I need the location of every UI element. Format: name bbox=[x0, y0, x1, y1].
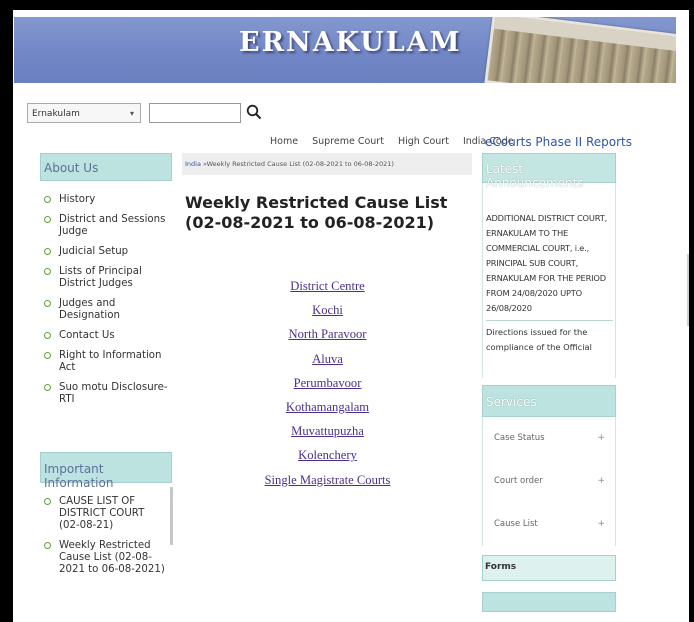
menu-item-label: Judicial Setup bbox=[59, 246, 129, 257]
chevron-down-icon: ▾ bbox=[129, 109, 134, 118]
latest-announcements-panel: ADDITIONAL DISTRICT COURT, ERNAKULAM TO … bbox=[482, 183, 616, 378]
bullet-icon bbox=[44, 498, 51, 505]
about-item-judges-designation[interactable]: Judges and Designation bbox=[40, 298, 175, 322]
court-links-list: District Centre Kochi North Paravoor Alu… bbox=[240, 274, 415, 492]
bullet-icon bbox=[44, 216, 51, 223]
bullet-icon bbox=[44, 352, 51, 359]
about-item-suo-motu[interactable]: Suo motu Disclosure-RTI bbox=[40, 382, 175, 406]
important-information-menu: CAUSE LIST OF DISTRICT COURT (02-08-21) … bbox=[40, 496, 165, 584]
bullet-icon bbox=[44, 332, 51, 339]
site-banner: ERNAKULAM bbox=[14, 17, 676, 83]
bullet-icon bbox=[44, 248, 51, 255]
about-us-menu: History District and Sessions Judge Judi… bbox=[40, 194, 175, 414]
menu-item-label: Weekly Restricted Cause List (02-08-2021… bbox=[59, 540, 165, 575]
service-label: Court order bbox=[494, 476, 543, 486]
services-heading: Services bbox=[482, 385, 616, 417]
court-link-kolenchery[interactable]: Kolenchery bbox=[240, 443, 415, 467]
district-select-value: Ernakulam bbox=[32, 109, 80, 119]
announcement-item[interactable]: Directions issued for the compliance of … bbox=[486, 325, 613, 355]
expand-icon[interactable]: + bbox=[597, 460, 605, 503]
menu-item-label: History bbox=[59, 194, 96, 205]
court-link-perumbavoor[interactable]: Perumbavoor bbox=[240, 371, 415, 395]
about-item-principal-judges[interactable]: Lists of Principal District Judges bbox=[40, 266, 175, 290]
service-cause-list[interactable]: Cause List + bbox=[483, 503, 615, 546]
menu-item-label: CAUSE LIST OF DISTRICT COURT (02-08-21) bbox=[59, 496, 145, 531]
bullet-icon bbox=[44, 300, 51, 307]
page-title-line2: (02-08-2021 to 06-08-2021) bbox=[185, 213, 435, 232]
about-item-history[interactable]: History bbox=[40, 194, 175, 206]
search-input[interactable] bbox=[149, 103, 241, 123]
court-link-muvattupuzha[interactable]: Muvattupuzha bbox=[240, 419, 415, 443]
service-label: Case Status bbox=[494, 433, 545, 443]
search-icon[interactable] bbox=[246, 104, 262, 120]
court-link-kothamangalam[interactable]: Kothamangalam bbox=[240, 395, 415, 419]
bullet-icon bbox=[44, 268, 51, 275]
breadcrumb: India »Weekly Restricted Cause List (02-… bbox=[182, 153, 472, 175]
latest-announcements-heading: Latest Announcements bbox=[482, 153, 616, 190]
breadcrumb-root[interactable]: India bbox=[185, 160, 201, 168]
court-link-north-paravoor[interactable]: North Paravoor bbox=[240, 322, 415, 346]
menu-item-label: Right to Information Act bbox=[59, 350, 162, 373]
bullet-icon bbox=[44, 542, 51, 549]
services-menu: Case Status + Court order + Cause List + bbox=[482, 417, 616, 546]
page-title-line1: Weekly Restricted Cause List bbox=[185, 193, 448, 212]
menu-item-label: District and Sessions Judge bbox=[59, 214, 166, 237]
about-item-judicial-setup[interactable]: Judicial Setup bbox=[40, 246, 175, 258]
page-title: Weekly Restricted Cause List (02-08-2021… bbox=[185, 193, 475, 233]
about-us-heading: About Us bbox=[40, 153, 172, 181]
bullet-icon bbox=[44, 384, 51, 391]
court-building-photo bbox=[484, 17, 676, 83]
expand-icon[interactable]: + bbox=[597, 503, 605, 546]
important-item-cause-list[interactable]: CAUSE LIST OF DISTRICT COURT (02-08-21) bbox=[40, 496, 165, 532]
ecourts-reports-link[interactable]: eCourts Phase II Reports bbox=[485, 135, 632, 149]
service-court-order[interactable]: Court order + bbox=[483, 460, 615, 503]
about-item-contact[interactable]: Contact Us bbox=[40, 330, 175, 342]
breadcrumb-current: Weekly Restricted Cause List (02-08-2021… bbox=[206, 160, 394, 168]
court-link-single-magistrate[interactable]: Single Magistrate Courts bbox=[240, 468, 415, 492]
expand-icon[interactable]: + bbox=[597, 417, 605, 460]
court-link-kochi[interactable]: Kochi bbox=[240, 298, 415, 322]
court-link-district-centre[interactable]: District Centre bbox=[240, 274, 415, 298]
next-section-heading bbox=[482, 592, 616, 612]
nav-link-home[interactable]: Home bbox=[270, 136, 298, 147]
important-information-heading: Important Information bbox=[40, 452, 172, 490]
bullet-icon bbox=[44, 196, 51, 203]
service-case-status[interactable]: Case Status + bbox=[483, 417, 615, 460]
district-select[interactable]: Ernakulam ▾ bbox=[27, 103, 141, 123]
nav-link-high-court[interactable]: High Court bbox=[398, 136, 449, 147]
forms-heading[interactable]: Forms bbox=[482, 555, 616, 581]
about-item-rti[interactable]: Right to Information Act bbox=[40, 350, 175, 374]
announcement-item[interactable]: ADDITIONAL DISTRICT COURT, ERNAKULAM TO … bbox=[486, 211, 613, 321]
nav-link-supreme-court[interactable]: Supreme Court bbox=[312, 136, 384, 147]
menu-item-label: Contact Us bbox=[59, 330, 115, 341]
important-information-scrollbar[interactable] bbox=[170, 487, 173, 545]
site-title: ERNAKULAM bbox=[239, 27, 462, 58]
menu-item-label: Suo motu Disclosure-RTI bbox=[59, 382, 168, 405]
court-link-aluva[interactable]: Aluva bbox=[240, 347, 415, 371]
service-label: Cause List bbox=[494, 519, 538, 529]
menu-item-label: Lists of Principal District Judges bbox=[59, 266, 142, 289]
about-item-district-judge[interactable]: District and Sessions Judge bbox=[40, 214, 175, 238]
page-scrollbar[interactable] bbox=[687, 254, 689, 326]
important-item-weekly-list[interactable]: Weekly Restricted Cause List (02-08-2021… bbox=[40, 540, 165, 576]
menu-item-label: Judges and Designation bbox=[59, 298, 120, 321]
